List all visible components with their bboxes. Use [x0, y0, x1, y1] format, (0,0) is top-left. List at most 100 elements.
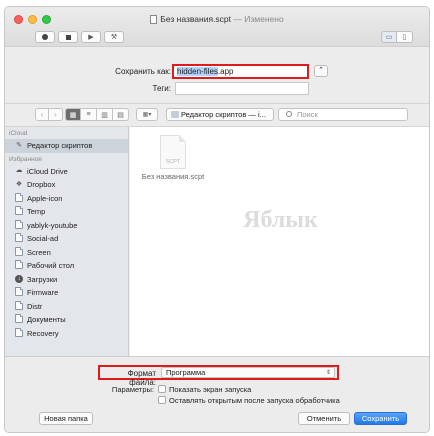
folder-icon — [15, 300, 23, 310]
script-editor-icon: ✎ — [16, 141, 22, 149]
sidebar-item-yablyk-youtube[interactable]: yablyk-youtube — [5, 219, 128, 233]
grid-icon: ▦ — [69, 111, 77, 119]
sidebar-item-recovery[interactable]: Recovery — [5, 327, 128, 341]
filename-extension: .app — [217, 67, 234, 76]
expand-dialog-button[interactable]: ⌃ — [314, 65, 328, 77]
location-folder-icon — [171, 111, 179, 118]
file-format-row: Формат файла: Программа ⇕ — [98, 365, 339, 387]
sidebar-item-label: Dropbox — [27, 180, 56, 190]
sidebar-item-temp[interactable]: Temp — [5, 205, 128, 219]
hammer-icon: ⚒ — [110, 34, 118, 41]
stay-open-checkbox[interactable] — [158, 396, 166, 404]
show-panel-button[interactable]: ▯ — [397, 31, 413, 43]
chevron-left-icon: ‹ — [40, 110, 44, 119]
icon-view-button[interactable]: ▦ — [65, 108, 81, 121]
stop-icon — [65, 34, 71, 40]
folder-icon — [15, 314, 23, 324]
sidebar-item-label: Редактор скриптов — [27, 141, 93, 151]
file-type-label: SCPT — [165, 159, 181, 165]
folder-icon — [15, 246, 23, 256]
history-nav: ‹ › — [35, 108, 63, 121]
save-as-label: Сохранить как: — [115, 67, 171, 76]
save-button[interactable]: Сохранить — [354, 412, 407, 425]
sidebar-item-label: Screen — [27, 247, 51, 257]
sidebar-item-documents[interactable]: Документы — [5, 313, 128, 327]
folder-icon — [15, 260, 23, 270]
sidebar-item-label: Recovery — [27, 328, 59, 338]
location-popup[interactable]: Редактор скриптов — i... — [166, 108, 274, 121]
folder-icon — [15, 327, 23, 337]
option-row-splash: Параметры: Показать экран запуска — [5, 384, 429, 395]
run-button[interactable]: ▶ — [81, 31, 101, 43]
downloads-icon: ↓ — [15, 275, 23, 284]
play-icon: ▶ — [88, 34, 94, 41]
options-panel: Формат файла: Программа ⇕ Параметры: Пок… — [5, 356, 429, 432]
stop-button[interactable] — [58, 31, 78, 43]
columns-icon: ▥ — [101, 111, 108, 119]
search-icon — [286, 111, 292, 117]
params-label: Параметры: — [111, 385, 154, 394]
arrange-button[interactable]: ▦▾ — [136, 108, 158, 121]
arrange-icon: ▦▾ — [142, 112, 152, 118]
sidebar-item-firmware[interactable]: Firmware — [5, 286, 128, 300]
panel-side-icon: ▯ — [402, 34, 407, 41]
chevron-right-icon: › — [54, 110, 57, 119]
cancel-button[interactable]: Отменить — [298, 412, 350, 425]
coverflow-icon: ▤ — [117, 111, 124, 119]
view-toggle-group: ▭ ▯ — [381, 31, 413, 43]
script-toolbar: ▶ ⚒ — [35, 31, 124, 43]
filename-field[interactable]: hidden-files.app — [172, 64, 309, 79]
new-folder-button[interactable]: Новая папка — [39, 412, 93, 425]
file-browser-area: SCPT Без названия.scpt Яблык — [130, 126, 429, 356]
sidebar-item-label: Firmware — [27, 288, 59, 298]
compile-button[interactable]: ⚒ — [104, 31, 124, 43]
sidebar-item-apple-icon[interactable]: Apple-icon — [5, 192, 128, 206]
sidebar-item-label: Документы — [27, 315, 66, 325]
list-view-button[interactable]: ≡ — [81, 108, 97, 121]
folder-icon — [15, 219, 23, 229]
chevron-updown-icon: ⇕ — [325, 370, 331, 376]
sidebar-item-label: Distr — [27, 301, 43, 311]
forward-button[interactable]: › — [49, 108, 63, 121]
window-title-separator: — — [233, 14, 242, 24]
sidebar-section-header: Избранное — [9, 155, 42, 163]
back-button[interactable]: ‹ — [35, 108, 49, 121]
browser-toolbar: ‹ › ▦ ≡ ▥ ▤ ▦▾ Редактор скриптов — i... … — [5, 103, 429, 125]
column-view-button[interactable]: ▥ — [97, 108, 113, 121]
record-button[interactable] — [35, 31, 55, 43]
sidebar-item-script-editor[interactable]: ✎ Редактор скриптов — [5, 139, 128, 153]
hide-panel-button[interactable]: ▭ — [381, 31, 397, 43]
sidebar-item-label: Рабочий стол — [27, 261, 75, 271]
save-dialog-window: Без названия.scpt — Изменено ▶ ⚒ ▭ ▯ Сох… — [4, 6, 430, 433]
file-format-value: Программа — [166, 368, 206, 377]
document-icon — [150, 15, 158, 24]
panel-bottom-icon: ▭ — [385, 34, 393, 41]
coverflow-view-button[interactable]: ▤ — [113, 108, 129, 121]
folder-icon — [15, 192, 23, 202]
record-icon — [42, 34, 48, 40]
view-mode-group: ▦ ≡ ▥ ▤ — [65, 108, 129, 121]
cloud-icon: ☁ — [15, 167, 23, 175]
window-title: Без названия.scpt — Изменено — [5, 14, 429, 24]
sidebar-item-icloud-drive[interactable]: ☁ iCloud Drive — [5, 165, 128, 179]
list-icon: ≡ — [86, 111, 91, 118]
sidebar-item-dropbox[interactable]: ❖ Dropbox — [5, 178, 128, 192]
sidebar-item-label: yablyk-youtube — [27, 220, 78, 230]
file-format-popup[interactable]: Программа ⇕ — [161, 367, 335, 378]
search-input[interactable]: Поиск — [278, 108, 408, 121]
search-placeholder: Поиск — [297, 110, 318, 119]
watermark: Яблык — [243, 207, 318, 233]
show-splash-label: Показать экран запуска — [169, 385, 252, 394]
sidebar-item-social-ad[interactable]: Social-ad — [5, 232, 128, 246]
sidebar-item-desktop[interactable]: Рабочий стол — [5, 259, 128, 273]
sidebar-section-header: iCloud — [9, 130, 28, 137]
sidebar-item-downloads[interactable]: ↓ Загрузки — [5, 273, 128, 287]
show-splash-checkbox[interactable] — [158, 385, 166, 393]
tags-field[interactable] — [175, 82, 309, 95]
sidebar-item-label: Загрузки — [27, 274, 58, 284]
folder-icon — [15, 233, 23, 243]
option-row-stay-open: Оставлять открытым после запуска обработ… — [5, 395, 429, 406]
file-item[interactable]: SCPT Без названия.scpt — [138, 135, 208, 181]
sidebar-item-screen[interactable]: Screen — [5, 246, 128, 260]
sidebar-item-distr[interactable]: Distr — [5, 300, 128, 314]
